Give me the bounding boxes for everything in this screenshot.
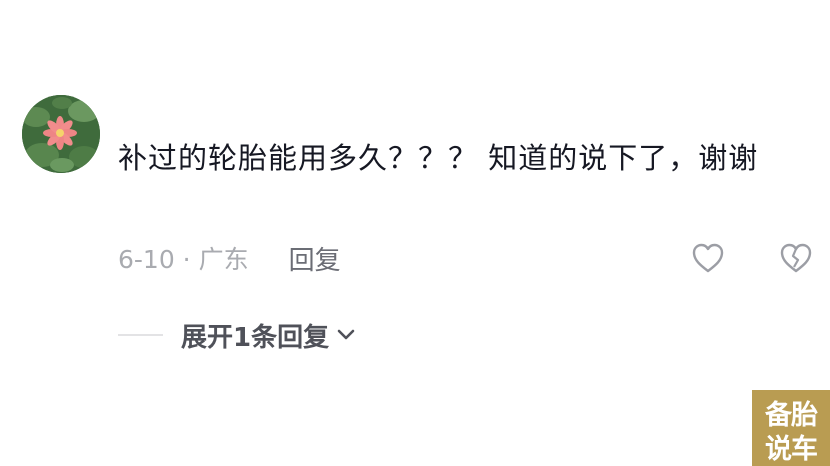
expand-replies-label: 展开1条回复 xyxy=(181,322,330,353)
heart-icon[interactable] xyxy=(690,240,726,276)
watermark-logo-image: 备胎 说车 xyxy=(752,390,830,466)
divider-line xyxy=(118,334,163,336)
user-avatar[interactable] xyxy=(22,95,100,173)
reply-button[interactable]: 回复 xyxy=(289,240,341,277)
watermark-logo: 备胎 说车 xyxy=(752,390,830,466)
svg-text:说车: 说车 xyxy=(765,433,817,465)
comment-text: 补过的轮胎能用多久？？？ 知道的说下了，谢谢 xyxy=(118,141,759,175)
svg-text:备胎: 备胎 xyxy=(764,400,818,431)
comment-meta: 6-10 · 广东 回复 xyxy=(118,240,341,276)
lotus-avatar-image xyxy=(22,95,100,173)
comment-date-location: 6-10 · 广东 xyxy=(118,245,249,274)
chevron-down-icon xyxy=(337,329,355,340)
comment-page: 补过的轮胎能用多久？？？ 知道的说下了，谢谢 6-10 · 广东 回复 展开1条… xyxy=(0,0,830,466)
expand-replies-button[interactable]: 展开1条回复 xyxy=(118,316,357,354)
broken-heart-icon[interactable] xyxy=(778,240,814,276)
